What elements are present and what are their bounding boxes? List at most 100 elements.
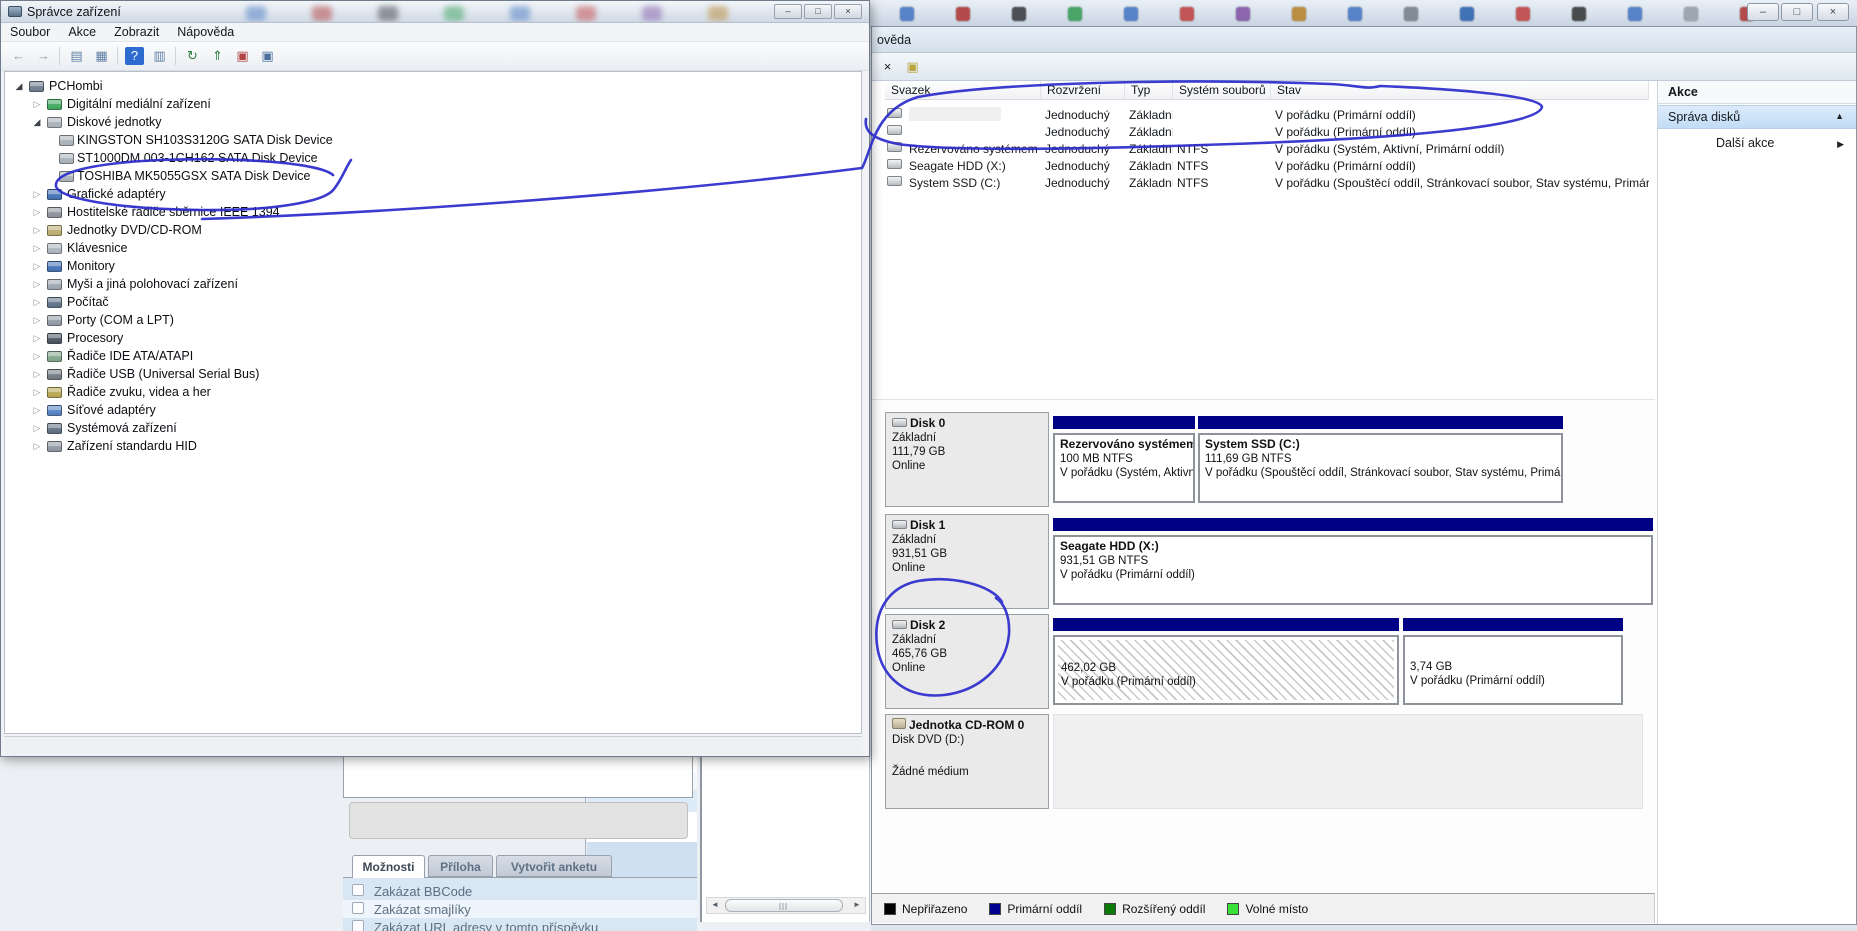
- tree-item--adi-e-zvuku-videa-a-her[interactable]: ▷Řadiče zvuku, videa a her: [5, 384, 861, 402]
- menu-soubor[interactable]: Soubor: [1, 23, 59, 42]
- tree-item-s-ov-adapt-ry[interactable]: ▷Síťové adaptéry: [5, 402, 861, 420]
- tree-item-kl-vesnice[interactable]: ▷Klávesnice: [5, 240, 861, 258]
- bookmark-icon[interactable]: [1628, 7, 1642, 21]
- tree-item-my-i-a-jin-polohovac-za-zen-[interactable]: ▷Myši a jiná polohovací zařízení: [5, 276, 861, 294]
- bookmark-icon[interactable]: [900, 7, 914, 21]
- checkbox[interactable]: [352, 920, 364, 931]
- scroll-left-icon[interactable]: ◄: [707, 898, 723, 912]
- tab-p-loha[interactable]: Příloha: [428, 855, 493, 877]
- expander-icon[interactable]: ▷: [31, 387, 43, 398]
- partition-box[interactable]: 462,02 GBV pořádku (Primární oddíl): [1053, 635, 1399, 705]
- export-list-icon[interactable]: ▦: [92, 47, 111, 65]
- refresh-icon[interactable]: ↻: [183, 47, 202, 65]
- tree-item-diskov-jednotky[interactable]: ◢Diskové jednotky: [5, 114, 861, 132]
- tree-item-za-zen-standardu-hid[interactable]: ▷Zařízení standardu HID: [5, 438, 861, 456]
- scan-hardware-icon[interactable]: ▣: [258, 47, 277, 65]
- scrollbar-thumb[interactable]: [725, 899, 843, 912]
- tab-vytvo-it-anketu[interactable]: Vytvořit anketu: [496, 855, 612, 877]
- expander-icon[interactable]: ▷: [31, 351, 43, 362]
- expander-icon[interactable]: ▷: [31, 261, 43, 272]
- column-header-stav[interactable]: Stav: [1271, 81, 1649, 100]
- menu-nápověda[interactable]: Nápověda: [168, 23, 243, 42]
- expander-icon[interactable]: ▷: [31, 333, 43, 344]
- partition-box[interactable]: Seagate HDD (X:)931,51 GB NTFSV pořádku …: [1053, 535, 1653, 605]
- tree-item-digit-ln-medi-ln-za-zen-[interactable]: ▷Digitální mediální zařízení: [5, 96, 861, 114]
- expander-icon[interactable]: ▷: [31, 423, 43, 434]
- maximize-button[interactable]: □: [804, 4, 832, 19]
- actions-item-dalsi-akce[interactable]: Další akce ▶: [1658, 133, 1856, 155]
- column-header-syst-m-soubor-[interactable]: Systém souborů: [1173, 81, 1271, 100]
- tree-item-syst-mov-za-zen-[interactable]: ▷Systémová zařízení: [5, 420, 861, 438]
- partition-box[interactable]: 3,74 GBV pořádku (Primární oddíl): [1403, 635, 1623, 705]
- minimize-button[interactable]: –: [774, 4, 802, 19]
- partition-box[interactable]: Rezervováno systémem100 MB NTFSV pořádku…: [1053, 433, 1195, 503]
- tree-item-grafick-adapt-ry[interactable]: ▷Grafické adaptéry: [5, 186, 861, 204]
- actions-group-sprava-disku[interactable]: Správa disků ▲: [1658, 105, 1856, 129]
- bookmark-icon[interactable]: [1404, 7, 1418, 21]
- device-red-icon[interactable]: ▣: [233, 47, 252, 65]
- minimize-button[interactable]: –: [1747, 3, 1779, 21]
- disk-info-0[interactable]: Disk 0Základní111,79 GBOnline: [885, 412, 1049, 507]
- tree-item-monitory[interactable]: ▷Monitory: [5, 258, 861, 276]
- tree-item-pchombi[interactable]: ◢PCHombi: [5, 78, 861, 96]
- bookmark-icon[interactable]: [1124, 7, 1138, 21]
- bookmark-icon[interactable]: [1012, 7, 1026, 21]
- forward-icon[interactable]: →: [34, 47, 53, 65]
- tree-item-toshiba-mk5055gsx-sata-disk-de[interactable]: TOSHIBA MK5055GSX SATA Disk Device: [5, 168, 861, 186]
- tree-item--adi-e-usb-universal-serial-bu[interactable]: ▷Řadiče USB (Universal Serial Bus): [5, 366, 861, 384]
- bookmark-icon[interactable]: [1572, 7, 1586, 21]
- disk-info-2[interactable]: Disk 2Základní465,76 GBOnline: [885, 614, 1049, 709]
- close-button[interactable]: ×: [1817, 3, 1849, 21]
- checkbox[interactable]: [352, 902, 364, 914]
- expander-icon[interactable]: ▷: [31, 441, 43, 452]
- expander-icon[interactable]: ▷: [31, 207, 43, 218]
- post-editor[interactable]: [343, 756, 693, 798]
- maximize-button[interactable]: □: [1781, 3, 1813, 21]
- tree-item-po-ta-[interactable]: ▷Počítač: [5, 294, 861, 312]
- column-header-typ[interactable]: Typ: [1125, 81, 1173, 100]
- update-driver-icon[interactable]: ⇑: [208, 47, 227, 65]
- menu-zobrazit[interactable]: Zobrazit: [105, 23, 168, 42]
- expander-icon[interactable]: ▷: [31, 369, 43, 380]
- details-icon[interactable]: ▥: [150, 47, 169, 65]
- close-button[interactable]: ×: [834, 4, 862, 19]
- tree-item-kingston-sh103s3120g-sata-disk[interactable]: KINGSTON SH103S3120G SATA Disk Device: [5, 132, 861, 150]
- expander-icon[interactable]: ▷: [31, 99, 43, 110]
- expander-icon[interactable]: ◢: [31, 117, 43, 128]
- menu-akce[interactable]: Akce: [59, 23, 105, 42]
- bookmark-icon[interactable]: [1236, 7, 1250, 21]
- back-icon[interactable]: ←: [9, 47, 28, 65]
- preview-hscrollbar[interactable]: ◄ ►: [706, 897, 866, 914]
- device-manager-titlebar[interactable]: Správce zařízení – □ ×: [1, 1, 869, 23]
- bookmark-icon[interactable]: [956, 7, 970, 21]
- expander-icon[interactable]: ▷: [31, 315, 43, 326]
- expander-icon[interactable]: ▷: [31, 243, 43, 254]
- tree-item-porty-com-a-lpt-[interactable]: ▷Porty (COM a LPT): [5, 312, 861, 330]
- tree-item-jednotky-dvd-cd-rom[interactable]: ▷Jednotky DVD/CD-ROM: [5, 222, 861, 240]
- help-icon[interactable]: ?: [125, 47, 144, 65]
- partition-box[interactable]: System SSD (C:)111,69 GB NTFSV pořádku (…: [1198, 433, 1563, 503]
- bookmark-icon[interactable]: [1684, 7, 1698, 21]
- disk-gear-icon[interactable]: ▣: [903, 58, 922, 76]
- column-header-svazek[interactable]: Svazek: [885, 81, 1041, 100]
- delete-icon[interactable]: ×: [878, 58, 897, 76]
- menu-napoveda-partial[interactable]: ověda: [877, 33, 911, 47]
- expander-icon[interactable]: ▷: [31, 279, 43, 290]
- bookmark-icon[interactable]: [1292, 7, 1306, 21]
- expander-icon[interactable]: ▷: [31, 297, 43, 308]
- bookmark-icon[interactable]: [1348, 7, 1362, 21]
- tree-item-st1000dm-003-1ch162-sata-disk-[interactable]: ST1000DM 003-1CH162 SATA Disk Device: [5, 150, 861, 168]
- scroll-right-icon[interactable]: ►: [849, 898, 865, 912]
- collapse-icon[interactable]: ▲: [1835, 111, 1844, 121]
- expander-icon[interactable]: ▷: [31, 189, 43, 200]
- tree-item-hostitelsk-adi-e-sb-rnice-ieee[interactable]: ▷Hostitelské řadiče sběrnice IEEE 1394: [5, 204, 861, 222]
- tab-mo-nosti[interactable]: Možnosti: [352, 855, 425, 878]
- option-row[interactable]: Zakázat URL adresy v tomto příspěvku: [343, 918, 697, 931]
- option-row[interactable]: Zakázat BBCode: [343, 882, 697, 900]
- console-tree-icon[interactable]: ▤: [67, 47, 86, 65]
- bookmark-icon[interactable]: [1460, 7, 1474, 21]
- expander-icon[interactable]: ▷: [31, 405, 43, 416]
- bookmark-icon[interactable]: [1068, 7, 1082, 21]
- expander-icon[interactable]: ◢: [13, 81, 25, 92]
- cdrom-info[interactable]: Jednotka CD-ROM 0Disk DVD (D:)Žádné médi…: [885, 714, 1049, 809]
